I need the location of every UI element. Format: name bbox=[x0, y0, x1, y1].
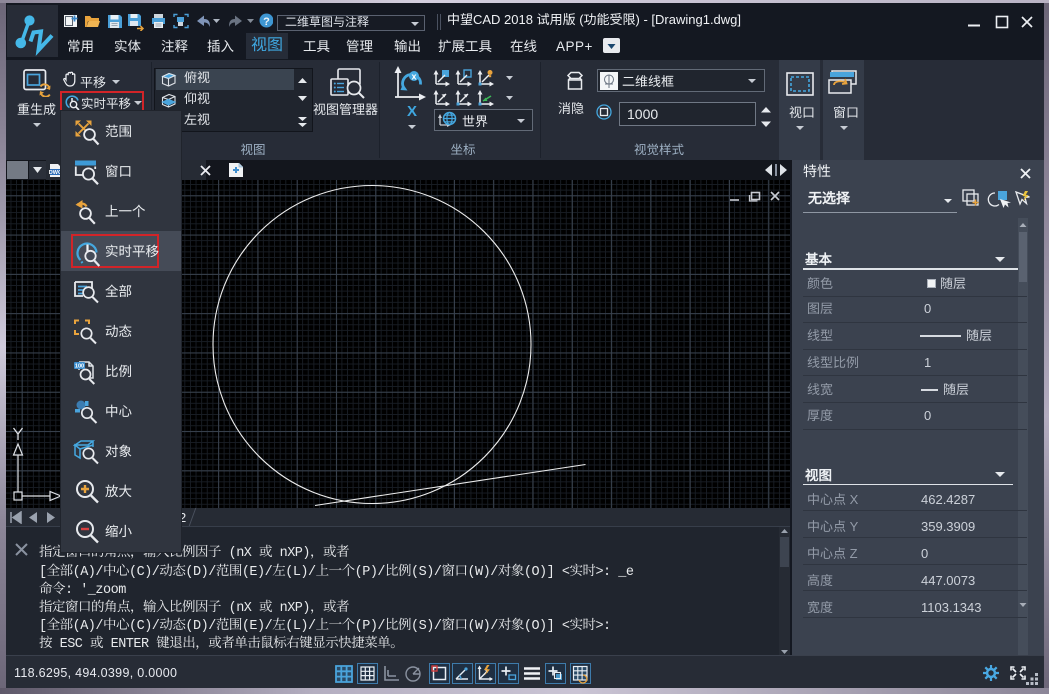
svg-text:x: x bbox=[411, 72, 416, 82]
svg-text:?: ? bbox=[263, 16, 270, 28]
svg-text:100: 100 bbox=[75, 364, 84, 370]
